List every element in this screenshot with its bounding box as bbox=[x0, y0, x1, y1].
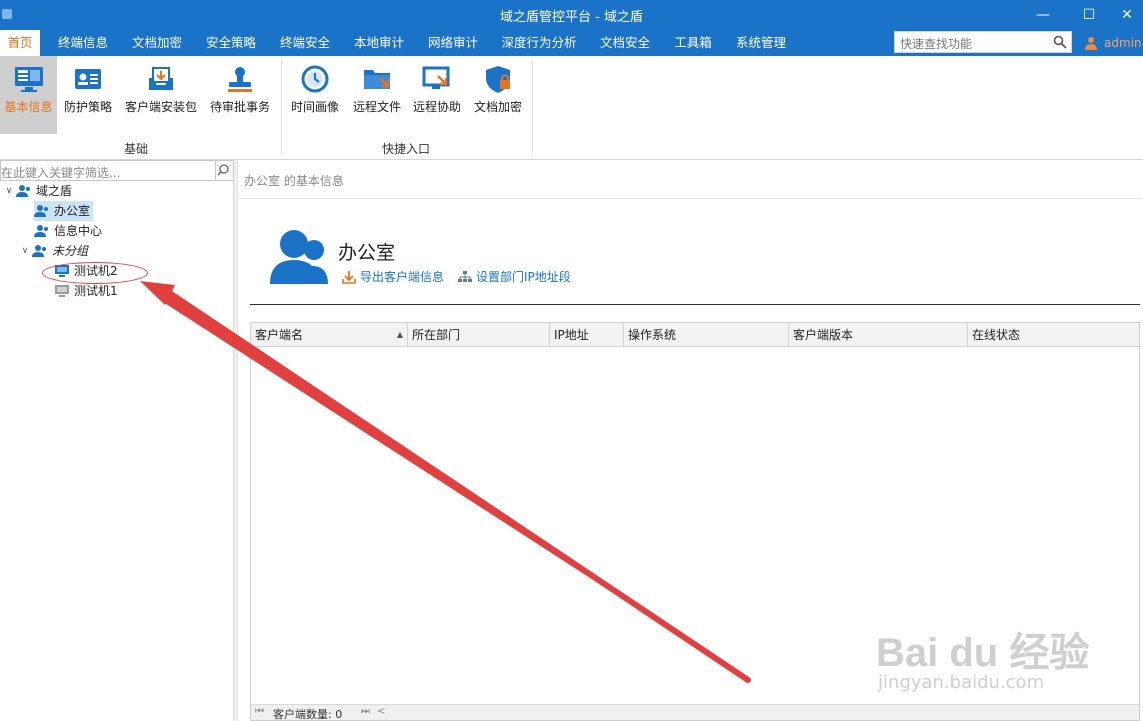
column-header-client-version[interactable]: 客户端版本 bbox=[789, 323, 968, 347]
tree-node-label: 测试机1 bbox=[74, 284, 118, 298]
username: admin bbox=[1104, 36, 1142, 50]
tree-node-label: 信息中心 bbox=[54, 224, 103, 238]
export-client-info-link[interactable]: 导出客户端信息 bbox=[342, 268, 444, 285]
ribbon-time-portrait-button[interactable]: 时间画像 bbox=[286, 56, 344, 134]
menu-item-doc-encrypt[interactable]: 文档加密 bbox=[122, 30, 192, 56]
menu-item-local-audit[interactable]: 本地审计 bbox=[344, 30, 414, 56]
table-footer: ⏮ 客户端数量: 0 ⏭ < bbox=[251, 704, 1139, 721]
group-icon bbox=[32, 245, 46, 257]
column-header-online-status[interactable]: 在线状态 bbox=[968, 323, 1139, 347]
monitor-info-icon bbox=[14, 67, 43, 92]
annotation-ellipse bbox=[42, 262, 148, 284]
download-icon bbox=[342, 270, 356, 284]
ribbon-group-separator bbox=[532, 60, 533, 154]
ribbon-label: 客户端安装包 bbox=[124, 100, 197, 114]
tree-filter-input[interactable]: 在此键入关键字筛选... bbox=[0, 160, 216, 181]
tree-node-label: 办公室 bbox=[54, 204, 91, 218]
folder-arrow-icon bbox=[364, 70, 390, 89]
install-package-icon bbox=[149, 67, 173, 90]
menu-item-network-audit[interactable]: 网络审计 bbox=[418, 30, 488, 56]
first-page-icon[interactable]: ⏮ bbox=[255, 706, 264, 717]
chevron-down-icon[interactable]: ∨ bbox=[2, 181, 16, 201]
column-header-department[interactable]: 所在部门 bbox=[408, 323, 550, 347]
tree-node-label: 域之盾 bbox=[36, 184, 73, 198]
id-card-icon bbox=[75, 69, 101, 89]
divider bbox=[250, 304, 1140, 305]
ribbon-remote-file-button[interactable]: 远程文件 bbox=[348, 56, 406, 134]
title-bar: 域之盾管控平台 - 域之盾 — ☐ ✕ bbox=[0, 0, 1143, 30]
ribbon: 基本信息 防护策略 客户端安装包 待审批事务 基础 时间画像 远程文件 远程协助… bbox=[0, 56, 1143, 160]
ribbon-label: 远程文件 bbox=[352, 100, 401, 114]
close-button[interactable]: ✕ bbox=[1104, 0, 1143, 30]
set-dept-ip-range-link[interactable]: 设置部门IP地址段 bbox=[458, 268, 571, 285]
tree-node-test-machine-1[interactable]: 测试机1 bbox=[54, 281, 118, 301]
ribbon-group-basic: 基础 bbox=[124, 142, 149, 156]
watermark-logo-text: Bai du 经验 bbox=[876, 631, 1090, 675]
ribbon-label: 防护策略 bbox=[63, 100, 112, 114]
tree-node-label: 未分组 bbox=[52, 244, 89, 258]
breadcrumb: 办公室 的基本信息 bbox=[244, 174, 344, 188]
group-icon bbox=[34, 225, 48, 237]
menu-item-terminal-security[interactable]: 终端安全 bbox=[270, 30, 340, 56]
ribbon-protect-policy-button[interactable]: 防护策略 bbox=[58, 56, 118, 134]
scroll-left-icon[interactable]: < bbox=[377, 706, 385, 717]
menu-item-terminal-info[interactable]: 终端信息 bbox=[48, 30, 118, 56]
ribbon-install-package-button[interactable]: 客户端安装包 bbox=[120, 56, 202, 134]
search-icon bbox=[217, 164, 229, 176]
group-icon bbox=[16, 185, 30, 197]
set-ip-link-label: 设置部门IP地址段 bbox=[476, 270, 571, 284]
sort-asc-icon: ▲ bbox=[396, 330, 403, 339]
tree-node-root[interactable]: ∨ 域之盾 bbox=[2, 181, 72, 201]
department-title: 办公室 bbox=[338, 242, 396, 264]
clock-icon bbox=[301, 65, 329, 93]
ribbon-label: 时间画像 bbox=[290, 100, 339, 114]
chevron-down-icon[interactable]: ∨ bbox=[18, 241, 32, 261]
search-placeholder: 快速查找功能 bbox=[900, 37, 973, 51]
search-icon[interactable] bbox=[1053, 35, 1067, 49]
menu-item-toolbox[interactable]: 工具箱 bbox=[664, 30, 722, 56]
ribbon-label: 文档加密 bbox=[473, 100, 522, 114]
divider bbox=[238, 198, 1143, 199]
watermark-url: jingyan.baidu.com bbox=[878, 672, 1045, 693]
ribbon-pending-approval-button[interactable]: 待审批事务 bbox=[204, 56, 276, 134]
menu-item-system-admin[interactable]: 系统管理 bbox=[728, 30, 794, 56]
user-menu[interactable]: admin bbox=[1084, 34, 1142, 52]
menu-item-security-policy[interactable]: 安全策略 bbox=[196, 30, 266, 56]
ribbon-label: 基本信息 bbox=[4, 100, 53, 114]
computer-offline-icon bbox=[55, 285, 69, 297]
menu-item-doc-security[interactable]: 文档安全 bbox=[590, 30, 660, 56]
tree-filter-button[interactable] bbox=[216, 160, 234, 181]
last-page-icon[interactable]: ⏭ bbox=[361, 706, 370, 717]
ribbon-remote-assist-button[interactable]: 远程协助 bbox=[408, 56, 466, 134]
tree-node-info-center[interactable]: 信息中心 bbox=[34, 221, 102, 241]
menu-item-home[interactable]: 首页 bbox=[0, 30, 40, 56]
menu-item-behavior-analysis[interactable]: 深度行为分析 bbox=[494, 30, 584, 56]
client-count: 客户端数量: 0 bbox=[273, 708, 343, 721]
user-icon bbox=[1085, 37, 1097, 50]
export-link-label: 导出客户端信息 bbox=[360, 270, 445, 284]
shield-lock-icon bbox=[486, 66, 510, 93]
table-header: 客户端名 ▲ 所在部门 IP地址 操作系统 客户端版本 在线状态 bbox=[251, 323, 1139, 347]
ribbon-basic-info-button[interactable]: 基本信息 bbox=[0, 56, 57, 134]
minimize-button[interactable]: — bbox=[1020, 0, 1066, 30]
remote-screen-icon bbox=[422, 66, 450, 89]
stamp-icon bbox=[228, 67, 252, 92]
ribbon-group-separator bbox=[281, 60, 282, 154]
department-avatar-icon bbox=[270, 230, 328, 284]
tree-node-ungrouped[interactable]: ∨ 未分组 bbox=[18, 241, 88, 261]
function-search-input[interactable]: 快速查找功能 bbox=[894, 31, 1072, 53]
column-header-ip[interactable]: IP地址 bbox=[550, 323, 624, 347]
ribbon-label: 远程协助 bbox=[412, 100, 461, 114]
ribbon-label: 待审批事务 bbox=[209, 100, 270, 114]
tree-node-office[interactable]: 办公室 bbox=[34, 201, 94, 221]
ribbon-doc-encrypt-button[interactable]: 文档加密 bbox=[468, 56, 528, 134]
column-header-client-name[interactable]: 客户端名 ▲ bbox=[251, 323, 408, 347]
group-icon bbox=[34, 205, 48, 217]
ribbon-group-quick-access: 快捷入口 bbox=[382, 142, 431, 156]
window-title: 域之盾管控平台 - 域之盾 bbox=[500, 10, 643, 25]
column-header-os[interactable]: 操作系统 bbox=[624, 323, 789, 347]
baidu-watermark: Bai du 经验 jingyan.baidu.com bbox=[876, 600, 1101, 700]
department-tree-panel: 在此键入关键字筛选... ∨ 域之盾 办公室 信息中心 ∨ 未分组 测试机2 测… bbox=[0, 160, 234, 721]
org-chart-icon bbox=[458, 270, 472, 282]
